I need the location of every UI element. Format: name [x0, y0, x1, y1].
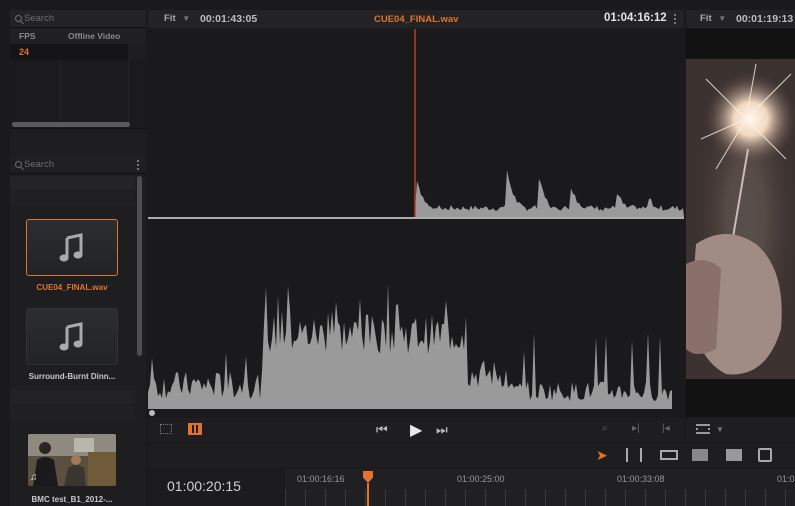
blade-tool-icon[interactable] [660, 450, 678, 460]
list-body [10, 60, 146, 130]
viewer-options-icon[interactable] [674, 14, 676, 24]
waveform-top-channel [415, 170, 684, 217]
waveform-display[interactable] [148, 29, 684, 417]
clip-name: CUE04_FINAL.wav [36, 283, 108, 292]
clip-thumbnail-cue04[interactable] [26, 219, 118, 276]
record-viewer-image[interactable] [686, 29, 795, 417]
clip-thumbnail-bmc-test[interactable]: ♫ [28, 434, 116, 486]
playhead-line [367, 483, 369, 506]
source-duration-timecode: 00:01:43:05 [200, 13, 258, 25]
fast-forward-button[interactable]: ⏭ [436, 422, 448, 438]
playhead-marker[interactable] [363, 471, 373, 483]
horizontal-scrollbar[interactable] [12, 122, 130, 127]
mark-in-icon[interactable]: ▸| [632, 423, 640, 434]
bin-row[interactable] [10, 390, 135, 404]
source-clip-name: CUE04_FINAL.wav [374, 14, 459, 25]
search-icon [15, 15, 22, 22]
clip-thumbnail-surround[interactable] [26, 308, 118, 365]
clip-name: Surround-Burnt Dinn... [28, 372, 116, 381]
zoom-select[interactable]: Fit ▼ [700, 13, 726, 24]
video-thumbnail [28, 434, 116, 486]
media-pool-panel: Search FPS Offline Video 24 Search CUE04… [10, 10, 146, 506]
search-placeholder: Search [24, 13, 55, 24]
timeline-timecode-panel: 01:00:20:15 [148, 469, 284, 506]
column-header-fps[interactable]: FPS [19, 31, 36, 41]
bin-options-icon[interactable] [137, 160, 139, 170]
column-header-offline-video[interactable]: Offline Video [68, 31, 120, 41]
bin-search[interactable]: Search [10, 156, 146, 174]
selection-tool-icon[interactable]: ➤ [596, 447, 608, 464]
ruler-ticks [285, 489, 795, 506]
trim-tool-icon[interactable] [626, 448, 642, 462]
timeline-ruler[interactable]: 01:00:16:16 01:00:25:00 01:00:33:08 01:0 [285, 469, 795, 506]
play-button[interactable]: ▶ [410, 420, 422, 440]
rewind-button[interactable]: ⏮ [376, 422, 388, 438]
source-transport-bar: ⏮ ▶ ⏭ ⌕ ▸| |◂ [148, 418, 684, 442]
replace-clip-icon[interactable] [758, 448, 772, 462]
mark-out-icon[interactable]: |◂ [662, 423, 670, 434]
overwrite-clip-icon[interactable] [726, 449, 742, 461]
match-frame-icon[interactable]: ⌕ [602, 423, 608, 434]
vertical-scrollbar[interactable] [137, 176, 142, 356]
ruler-label: 01:0 [777, 474, 795, 484]
audio-waveform [148, 29, 684, 416]
list-row[interactable]: 24 [10, 44, 128, 60]
search-icon [15, 161, 22, 168]
bin-search-placeholder: Search [24, 159, 55, 170]
fps-value: 24 [19, 47, 30, 57]
chevron-down-icon: ▼ [182, 14, 191, 23]
zoom-select[interactable]: Fit ▼ [164, 13, 190, 24]
viewer-mode-icon[interactable] [696, 424, 710, 434]
scrub-handle [149, 410, 155, 416]
source-viewer-header: Fit ▼ 00:01:43:05 CUE04_FINAL.wav 01:04:… [148, 10, 684, 28]
bin-row[interactable] [10, 192, 135, 206]
record-viewer-header: Fit ▼ 00:01:19:13 [686, 10, 795, 28]
audio-clip-indicator-icon: ♫ [30, 472, 38, 483]
bin-row[interactable] [10, 176, 135, 190]
record-timecode: 00:01:19:13 [736, 13, 794, 25]
chevron-down-icon: ▼ [718, 14, 727, 23]
film-strip-icon[interactable] [188, 423, 202, 435]
ruler-label: 01:00:25:00 [457, 474, 505, 484]
music-note-icon [59, 321, 85, 352]
media-pool-search[interactable]: Search [10, 10, 146, 28]
safe-area-icon[interactable] [160, 424, 172, 434]
timeline-current-timecode: 01:00:20:15 [167, 478, 241, 494]
video-frame [686, 59, 795, 379]
source-timecode: 01:04:16:12 [604, 12, 667, 24]
ruler-label: 01:00:33:08 [617, 474, 665, 484]
list-header: FPS Offline Video [10, 29, 146, 43]
chevron-down-icon[interactable]: ▼ [716, 425, 724, 434]
clip-name: BMC test_B1_2012-... [31, 495, 113, 504]
bin-row[interactable] [10, 406, 135, 420]
ruler-label: 01:00:16:16 [297, 474, 345, 484]
record-transport-bar: ▼ [686, 418, 795, 442]
timeline-toolbar: ➤ [148, 444, 795, 468]
insert-clip-icon[interactable] [692, 449, 708, 461]
music-note-icon [59, 232, 85, 263]
waveform-bottom-channel [148, 284, 672, 409]
